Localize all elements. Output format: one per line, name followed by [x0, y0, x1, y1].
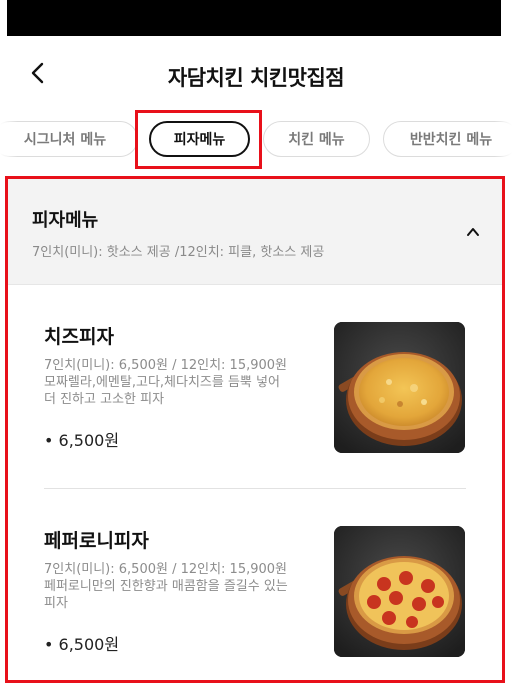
- desc-line: 페퍼로니만의 진한향과 매콤함을 즐길수 있는: [44, 579, 288, 594]
- menu-item-description: 7인치(미니): 6,500원 / 12인치: 15,900원 페퍼로니만의 진…: [44, 561, 324, 612]
- menu-item-name: 치즈피자: [44, 326, 114, 348]
- tab-half-half-chicken-menu[interactable]: 반반치킨 메뉴: [383, 121, 512, 157]
- tab-signature-menu[interactable]: 시그니처 메뉴: [0, 121, 138, 157]
- menu-item[interactable]: 치즈피자 7인치(미니): 6,500원 / 12인치: 15,900원 모짜렐…: [8, 322, 502, 482]
- item-divider: [44, 488, 466, 489]
- pizza-menu-section: 피자메뉴 7인치(미니): 핫소스 제공 /12인치: 피클, 핫소스 제공 치…: [5, 176, 505, 683]
- header: 자담치킨 치킨맛집점: [0, 40, 512, 110]
- menu-item[interactable]: 페퍼로니피자 7인치(미니): 6,500원 / 12인치: 15,900원 페…: [8, 526, 502, 680]
- active-tab-highlight: [135, 110, 262, 169]
- pepperoni-pizza-image[interactable]: [334, 526, 465, 657]
- desc-line: 피자: [44, 596, 68, 611]
- tabs-fade-left: [0, 118, 18, 160]
- chevron-up-icon[interactable]: [466, 225, 480, 239]
- desc-line: 모짜렐라,에멘탈,고다,체다치즈를 듬뿍 넣어: [44, 375, 280, 390]
- desc-line: 더 진하고 고소한 피자: [44, 392, 165, 407]
- category-description: 7인치(미니): 핫소스 제공 /12인치: 피클, 핫소스 제공: [32, 245, 325, 260]
- tabs-fade-right: [494, 118, 512, 160]
- tab-chicken-menu[interactable]: 치킨 메뉴: [263, 121, 370, 157]
- menu-item-price: • 6,500원: [44, 635, 120, 654]
- status-bar: [7, 0, 501, 36]
- page-title: 자담치킨 치킨맛집점: [167, 66, 345, 90]
- desc-line: 7인치(미니): 6,500원 / 12인치: 15,900원: [44, 358, 288, 373]
- menu-item-name: 페퍼로니피자: [44, 530, 149, 552]
- category-title: 피자메뉴: [32, 210, 99, 231]
- desc-line: 7인치(미니): 6,500원 / 12인치: 15,900원: [44, 562, 288, 577]
- category-header[interactable]: 피자메뉴 7인치(미니): 핫소스 제공 /12인치: 피클, 핫소스 제공: [8, 179, 502, 285]
- menu-item-description: 7인치(미니): 6,500원 / 12인치: 15,900원 모짜렐라,에멘탈…: [44, 357, 324, 408]
- menu-item-price: • 6,500원: [44, 431, 120, 450]
- cheese-pizza-image[interactable]: [334, 322, 465, 453]
